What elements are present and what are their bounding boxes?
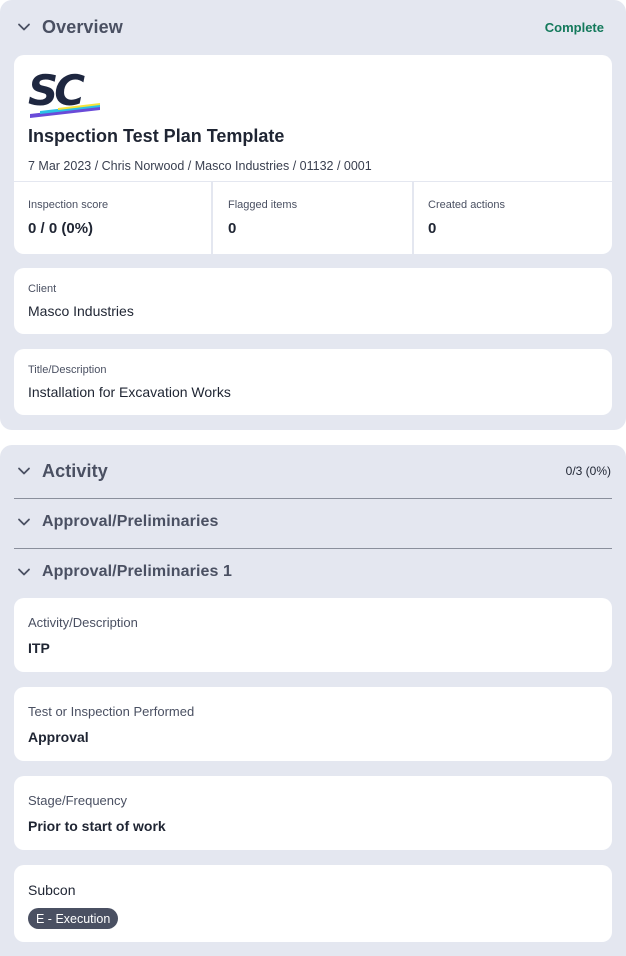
- logo-text: SC: [14, 55, 15, 56]
- stat-value: 0: [228, 220, 237, 237]
- sc-logo: SC: [28, 66, 104, 119]
- section-title: Overview: [42, 16, 123, 37]
- field-value: Prior to start of work: [28, 818, 166, 834]
- field-value: Installation for Excavation Works: [28, 384, 231, 400]
- activity-description-field[interactable]: Activity/Description ITP: [14, 598, 612, 672]
- test-inspection-field[interactable]: Test or Inspection Performed Approval: [14, 687, 612, 761]
- field-label: Activity/Description: [28, 615, 138, 630]
- chevron-down-icon[interactable]: [17, 464, 31, 478]
- subcon-field[interactable]: Subcon E - Execution: [14, 865, 612, 942]
- status-badge: Complete: [544, 19, 604, 35]
- activity-section: Activity 0/3 (0%) Approval/Preliminaries…: [0, 445, 626, 956]
- overview-header[interactable]: Overview Complete: [0, 7, 626, 47]
- stat-label: Flagged items: [228, 199, 298, 211]
- stat-inspection-score: Inspection score 0 / 0 (0%): [14, 182, 213, 255]
- stats-row: Inspection score 0 / 0 (0%) Flagged item…: [14, 181, 612, 255]
- template-summary-card: SC SC Inspection Test Plan Template 7 Ma…: [14, 55, 612, 255]
- chevron-down-icon[interactable]: [17, 20, 31, 34]
- stat-flagged-items: Flagged items 0: [214, 182, 414, 255]
- stat-label: Inspection score: [28, 199, 109, 211]
- field-label: Stage/Frequency: [28, 793, 128, 808]
- field-label: Title/Description: [28, 364, 107, 376]
- stage-frequency-field[interactable]: Stage/Frequency Prior to start of work: [14, 776, 612, 850]
- field-value: Masco Industries: [28, 303, 134, 319]
- overview-section: Overview Complete SC SC Inspection Test …: [0, 0, 626, 430]
- activity-header[interactable]: Activity 0/3 (0%): [0, 451, 626, 491]
- subcon-badge[interactable]: E - Execution: [28, 908, 119, 929]
- section-title: Activity: [42, 460, 108, 481]
- field-label: Test or Inspection Performed: [28, 704, 195, 719]
- subsection-header-approval-preliminaries[interactable]: Approval/Preliminaries: [0, 502, 626, 542]
- field-value: Approval: [28, 729, 89, 745]
- chevron-down-icon[interactable]: [17, 515, 31, 529]
- inspection-meta: 7 Mar 2023 / Chris Norwood / Masco Indus…: [28, 159, 372, 173]
- field-label: Client: [28, 283, 57, 295]
- field-label: Subcon: [28, 882, 76, 898]
- field-value: ITP: [28, 640, 50, 656]
- subsection-title: Approval/Preliminaries 1: [42, 563, 233, 580]
- subsection-header-approval-preliminaries-1[interactable]: Approval/Preliminaries 1: [0, 552, 626, 592]
- stat-value: 0: [428, 220, 437, 237]
- stat-created-actions: Created actions 0: [414, 182, 612, 255]
- stat-label: Created actions: [428, 199, 506, 211]
- divider: [14, 498, 612, 499]
- subsection-title: Approval/Preliminaries: [42, 513, 219, 530]
- stat-value: 0 / 0 (0%): [28, 220, 94, 237]
- chevron-down-icon[interactable]: [17, 565, 31, 579]
- client-field[interactable]: Client Masco Industries: [14, 268, 612, 334]
- progress-count: 0/3 (0%): [565, 464, 611, 478]
- divider: [14, 548, 612, 549]
- page-title: Inspection Test Plan Template: [28, 126, 285, 146]
- description-field[interactable]: Title/Description Installation for Excav…: [14, 349, 612, 415]
